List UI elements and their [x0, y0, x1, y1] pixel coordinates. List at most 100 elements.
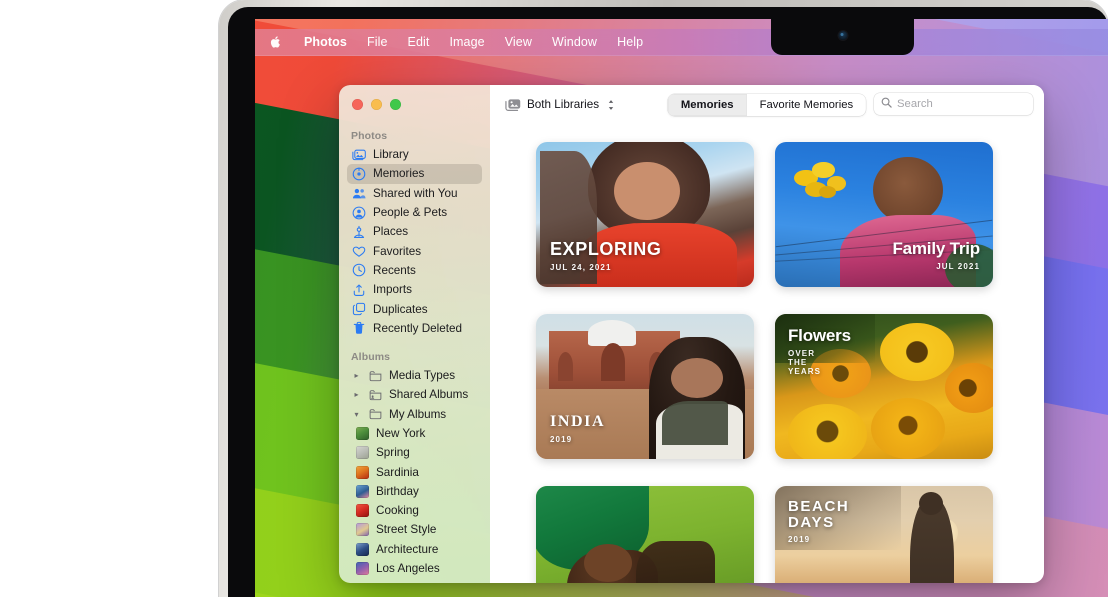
- folder-icon: [368, 369, 382, 383]
- zoom-button[interactable]: [390, 99, 401, 110]
- sidebar-album-street-style[interactable]: Street Style: [347, 520, 482, 539]
- menu-item-image[interactable]: Image: [439, 35, 494, 49]
- menu-item-photos[interactable]: Photos: [294, 35, 357, 49]
- memory-title: EXPLORING: [550, 240, 661, 259]
- album-thumbnail: [356, 466, 369, 479]
- sidebar-item-label: Recents: [373, 264, 416, 277]
- sidebar: Photos Library Memories: [339, 85, 490, 583]
- album-thumbnail: [356, 504, 369, 517]
- sidebar-item-label: Media Types: [389, 369, 455, 382]
- toolbar: Both Libraries Memories Favorite Memorie…: [490, 85, 1044, 124]
- sidebar-item-label: Library: [373, 148, 409, 161]
- shared-with-you-icon: [352, 186, 366, 200]
- menu-item-file[interactable]: File: [357, 35, 398, 49]
- sidebar-album-spring[interactable]: Spring: [347, 443, 482, 462]
- sidebar-header-photos: Photos: [339, 130, 490, 145]
- memory-subtitle: JUL 24, 2021: [550, 263, 661, 272]
- sidebar-item-label: Recently Deleted: [373, 322, 462, 335]
- memory-card[interactable]: INDIA 2019: [536, 314, 754, 459]
- sidebar-item-label: Cooking: [376, 504, 419, 517]
- memories-grid: EXPLORING JUL 24, 2021: [490, 124, 1044, 583]
- memory-card[interactable]: BEACH DAYS 2019: [775, 486, 993, 583]
- tab-favorite-memories[interactable]: Favorite Memories: [747, 94, 867, 116]
- album-thumbnail: [356, 562, 369, 575]
- places-pin-icon: [352, 225, 366, 239]
- album-thumbnail: [356, 446, 369, 459]
- sidebar-item-places[interactable]: Places: [347, 222, 482, 241]
- sidebar-item-label: Spring: [376, 446, 410, 459]
- screenshot-root: Photos File Edit Image View Window Help …: [0, 0, 1108, 597]
- chevron-down-icon[interactable]: ▾: [352, 410, 361, 419]
- sidebar-album-cooking[interactable]: Cooking: [347, 501, 482, 520]
- search-field[interactable]: Search: [874, 93, 1033, 115]
- album-thumbnail: [356, 523, 369, 536]
- memories-icon: [352, 167, 366, 181]
- sidebar-item-shared-with-you[interactable]: Shared with You: [347, 184, 482, 203]
- memory-subtitle: OVER THE YEARS: [788, 349, 799, 376]
- macos-menu-bar[interactable]: Photos File Edit Image View Window Help: [255, 29, 1108, 56]
- sidebar-item-label: Places: [373, 225, 408, 238]
- folder-icon: [368, 407, 382, 421]
- sidebar-album-architecture[interactable]: Architecture: [347, 540, 482, 559]
- people-pets-icon: [352, 206, 366, 220]
- apple-logo-icon[interactable]: [255, 35, 294, 49]
- sidebar-item-label: Los Angeles: [376, 562, 440, 575]
- sidebar-item-label: Birthday: [376, 485, 419, 498]
- memory-artwork-summer: [536, 486, 754, 583]
- album-thumbnail: [356, 543, 369, 556]
- sidebar-album-birthday[interactable]: Birthday: [347, 482, 482, 501]
- memory-subtitle: 2019: [550, 435, 605, 444]
- window-traffic-lights[interactable]: [352, 99, 401, 110]
- memories-segmented-control[interactable]: Memories Favorite Memories: [668, 94, 866, 116]
- memory-subtitle: JUL 2021: [892, 262, 980, 271]
- memory-caption: Flowers OVER THE YEARS: [788, 327, 799, 338]
- album-thumbnail: [356, 485, 369, 498]
- sidebar-item-favorites[interactable]: Favorites: [347, 241, 482, 260]
- clock-icon: [352, 263, 366, 277]
- sidebar-item-label: Street Style: [376, 523, 436, 536]
- menu-item-window[interactable]: Window: [542, 35, 607, 49]
- search-icon: [881, 97, 892, 111]
- sidebar-header-albums: Albums: [339, 351, 490, 366]
- sidebar-album-sardinia[interactable]: Sardinia: [347, 462, 482, 481]
- sidebar-item-duplicates[interactable]: Duplicates: [347, 299, 482, 318]
- memory-title: Flowers: [788, 327, 799, 345]
- sidebar-album-new-york[interactable]: New York: [347, 424, 482, 443]
- sidebar-item-recently-deleted[interactable]: Recently Deleted: [347, 319, 482, 338]
- menu-item-edit[interactable]: Edit: [398, 35, 440, 49]
- sidebar-group-my-albums[interactable]: ▾ My Albums: [347, 405, 482, 424]
- sidebar-item-recents[interactable]: Recents: [347, 261, 482, 280]
- memory-card[interactable]: Summer 2017: [536, 486, 754, 583]
- sidebar-item-label: Duplicates: [373, 303, 428, 316]
- sidebar-item-library[interactable]: Library: [347, 145, 482, 164]
- menu-item-view[interactable]: View: [495, 35, 542, 49]
- library-selector-button[interactable]: Both Libraries: [502, 95, 620, 115]
- sidebar-item-label: People & Pets: [373, 206, 447, 219]
- memory-subtitle: 2019: [788, 535, 799, 544]
- memory-caption: INDIA 2019: [550, 414, 605, 444]
- chevron-right-icon[interactable]: ▸: [352, 390, 361, 399]
- search-placeholder: Search: [897, 98, 933, 110]
- minimize-button[interactable]: [371, 99, 382, 110]
- memory-card[interactable]: Family Trip JUL 2021: [775, 142, 993, 287]
- sidebar-item-label: Shared with You: [373, 187, 457, 200]
- trash-icon: [352, 321, 366, 335]
- menu-item-help[interactable]: Help: [607, 35, 653, 49]
- sidebar-group-shared-albums[interactable]: ▸ Shared Albums: [347, 385, 482, 404]
- sidebar-album-los-angeles[interactable]: Los Angeles: [347, 559, 482, 578]
- sidebar-group-media-types[interactable]: ▸ Media Types: [347, 366, 482, 385]
- sidebar-item-people-pets[interactable]: People & Pets: [347, 203, 482, 222]
- close-button[interactable]: [352, 99, 363, 110]
- sidebar-item-imports[interactable]: Imports: [347, 280, 482, 299]
- up-down-chevron-icon[interactable]: [607, 99, 615, 111]
- webcam-icon: [838, 31, 847, 40]
- duplicates-icon: [352, 302, 366, 316]
- memory-card[interactable]: EXPLORING JUL 24, 2021: [536, 142, 754, 287]
- tab-memories[interactable]: Memories: [668, 94, 747, 116]
- sidebar-item-label: Memories: [373, 167, 424, 180]
- sidebar-item-label: Imports: [373, 283, 412, 296]
- sidebar-item-label: New York: [376, 427, 425, 440]
- chevron-right-icon[interactable]: ▸: [352, 371, 361, 380]
- sidebar-item-memories[interactable]: Memories: [347, 164, 482, 183]
- memory-card[interactable]: Flowers OVER THE YEARS: [775, 314, 993, 459]
